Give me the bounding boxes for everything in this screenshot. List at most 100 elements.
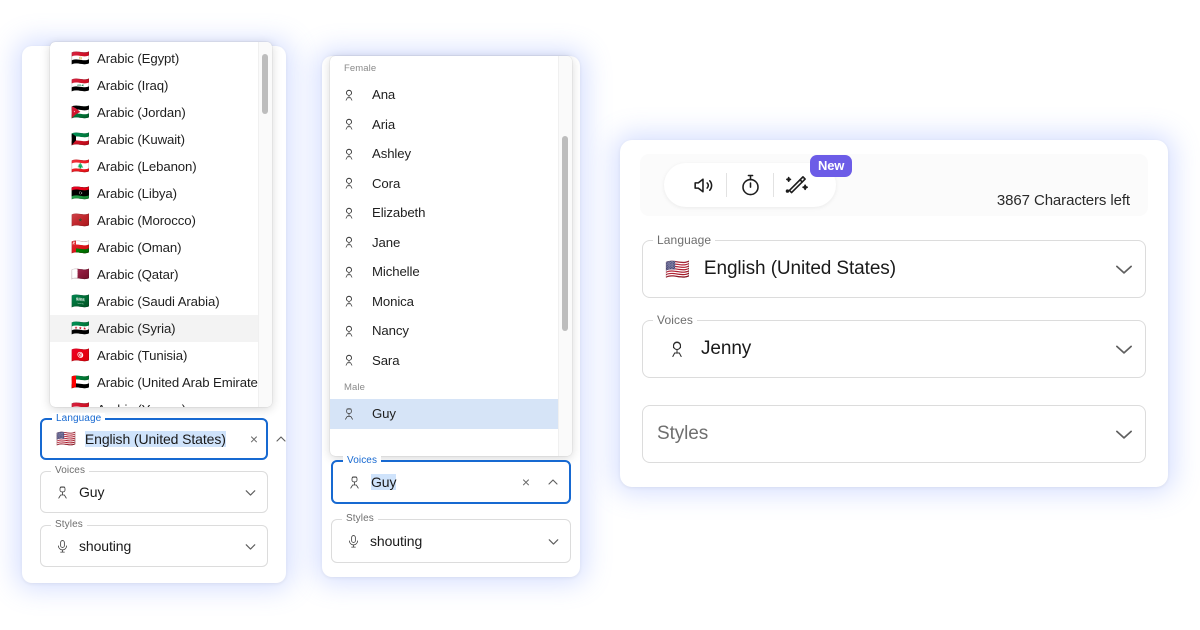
country-flag-icon: 🇲🇦 xyxy=(71,213,97,228)
character-count-label: 3867 Characters left xyxy=(997,192,1130,209)
styles-field-placeholder: Styles xyxy=(657,423,708,445)
voice-option-label: Aria xyxy=(372,117,395,132)
voice-option[interactable]: Michelle xyxy=(330,257,572,287)
voice-option[interactable]: Elizabeth xyxy=(330,198,572,228)
voice-option[interactable]: Sara xyxy=(330,346,572,376)
styles-field-legend: Styles xyxy=(342,513,378,524)
language-option-label: Arabic (Jordan) xyxy=(97,105,186,120)
volume-icon[interactable] xyxy=(680,173,726,198)
chevron-down-icon[interactable] xyxy=(242,484,259,501)
country-flag-icon: 🇱🇧 xyxy=(71,159,97,174)
language-options-list[interactable]: 🇪🇬Arabic (Egypt)🇮🇶Arabic (Iraq)🇯🇴Arabic … xyxy=(50,42,272,407)
language-option-label: Arabic (Oman) xyxy=(97,240,181,255)
voice-option-label: Cora xyxy=(372,176,400,191)
voice-group-header: Male xyxy=(330,375,572,399)
language-option[interactable]: 🇯🇴Arabic (Jordan) xyxy=(50,99,272,126)
scrollbar-thumb[interactable] xyxy=(262,54,268,114)
voices-select-field[interactable]: Voices Jenny xyxy=(642,320,1146,378)
clear-icon[interactable]: × xyxy=(516,475,536,489)
language-option-label: Arabic (Morocco) xyxy=(97,213,196,228)
voice-option-label: Elizabeth xyxy=(372,205,425,220)
female-avatar-icon xyxy=(342,147,372,161)
language-option[interactable]: 🇱🇧Arabic (Lebanon) xyxy=(50,153,272,180)
voices-select-field[interactable]: Voices Guy xyxy=(40,471,268,513)
female-avatar-icon xyxy=(342,117,372,131)
editor-toolbar-strip: New 3867 Characters left xyxy=(640,154,1148,216)
voice-option-label: Jane xyxy=(372,235,400,250)
stopwatch-icon[interactable] xyxy=(727,173,773,198)
styles-field-legend: Styles xyxy=(51,519,87,530)
language-option[interactable]: 🇸🇦Arabic (Saudi Arabia) xyxy=(50,288,272,315)
voice-option[interactable]: Jane xyxy=(330,228,572,258)
language-option[interactable]: 🇱🇾Arabic (Libya) xyxy=(50,180,272,207)
language-option[interactable]: 🇹🇳Arabic (Tunisia) xyxy=(50,342,272,369)
female-avatar-icon xyxy=(342,294,372,308)
language-option[interactable]: 🇴🇲Arabic (Oman) xyxy=(50,234,272,261)
voice-group-header: Female xyxy=(330,56,572,80)
language-select-field[interactable]: Language 🇺🇸 English (United States) × xyxy=(40,418,268,460)
chevron-down-icon[interactable] xyxy=(1111,421,1137,447)
country-flag-icon: 🇦🇪 xyxy=(71,375,97,390)
voice-option[interactable]: Cora xyxy=(330,169,572,199)
scrollbar-thumb[interactable] xyxy=(562,136,568,331)
female-avatar-icon xyxy=(342,235,372,249)
language-option[interactable]: 🇦🇪Arabic (United Arab Emirates) xyxy=(50,369,272,396)
chevron-down-icon[interactable] xyxy=(242,538,259,555)
voice-option[interactable]: Aria xyxy=(330,110,572,140)
voices-field-value: Guy xyxy=(371,474,396,490)
voice-option[interactable]: Nancy xyxy=(330,316,572,346)
voices-field-value: Guy xyxy=(79,484,104,500)
microphone-icon xyxy=(346,534,361,549)
language-option[interactable]: 🇰🇼Arabic (Kuwait) xyxy=(50,126,272,153)
voices-field-legend: Voices xyxy=(51,465,89,476)
chevron-down-icon[interactable] xyxy=(1111,256,1137,282)
voices-field-legend: Voices xyxy=(343,455,381,466)
voice-option[interactable]: Guy xyxy=(330,399,572,429)
female-avatar-icon xyxy=(342,176,372,190)
language-option[interactable]: 🇾🇪Arabic (Yemen) xyxy=(50,396,272,407)
styles-select-field[interactable]: Styles xyxy=(642,405,1146,463)
chevron-down-icon[interactable] xyxy=(545,533,562,550)
language-option[interactable]: 🇶🇦Arabic (Qatar) xyxy=(50,261,272,288)
language-option-label: Arabic (Egypt) xyxy=(97,51,179,66)
language-option[interactable]: 🇸🇾Arabic (Syria) xyxy=(50,315,272,342)
editor-panel: New 3867 Characters left Language 🇺🇸 Eng… xyxy=(620,140,1168,487)
voice-option[interactable]: Ashley xyxy=(330,139,572,169)
country-flag-icon: 🇶🇦 xyxy=(71,267,97,282)
voice-option-label: Ana xyxy=(372,87,395,102)
female-avatar-icon xyxy=(667,339,687,359)
chevron-up-icon[interactable] xyxy=(545,474,561,490)
voice-option-label: Michelle xyxy=(372,264,420,279)
chevron-up-icon[interactable] xyxy=(273,431,289,447)
language-option[interactable]: 🇮🇶Arabic (Iraq) xyxy=(50,72,272,99)
screenshot-root: 🇪🇬Arabic (Egypt)🇮🇶Arabic (Iraq)🇯🇴Arabic … xyxy=(0,0,1200,630)
voices-field-value: Jenny xyxy=(701,338,751,360)
language-field-legend: Language xyxy=(52,413,105,424)
clear-icon[interactable]: × xyxy=(244,432,264,446)
language-option[interactable]: 🇪🇬Arabic (Egypt) xyxy=(50,45,272,72)
language-select-field[interactable]: Language 🇺🇸 English (United States) xyxy=(642,240,1146,298)
voice-option[interactable]: Ana xyxy=(330,80,572,110)
language-option-label: Arabic (Iraq) xyxy=(97,78,168,93)
language-option-label: Arabic (Tunisia) xyxy=(97,348,187,363)
language-option-label: Arabic (Syria) xyxy=(97,321,175,336)
country-flag-icon: 🇴🇲 xyxy=(71,240,97,255)
male-avatar-icon xyxy=(342,407,372,421)
styles-select-field[interactable]: Styles shouting xyxy=(331,519,571,563)
us-flag-icon: 🇺🇸 xyxy=(56,431,76,447)
country-flag-icon: 🇸🇾 xyxy=(71,321,97,336)
voice-option-label: Monica xyxy=(372,294,414,309)
voice-option-label: Ashley xyxy=(372,146,411,161)
language-option[interactable]: 🇲🇦Arabic (Morocco) xyxy=(50,207,272,234)
styles-select-field[interactable]: Styles shouting xyxy=(40,525,268,567)
voice-options-list[interactable]: Female Ana Aria Ashley Cora Elizabeth Jane Mich… xyxy=(330,56,572,456)
country-flag-icon: 🇾🇪 xyxy=(71,402,97,407)
voices-select-field[interactable]: Voices Guy × xyxy=(331,460,571,504)
language-option-label: Arabic (Yemen) xyxy=(97,402,186,407)
voice-option[interactable]: Monica xyxy=(330,287,572,317)
language-field-value: English (United States) xyxy=(85,431,226,447)
voices-field-legend: Voices xyxy=(653,313,697,327)
chevron-down-icon[interactable] xyxy=(1111,336,1137,362)
country-flag-icon: 🇱🇾 xyxy=(71,186,97,201)
country-flag-icon: 🇰🇼 xyxy=(71,132,97,147)
